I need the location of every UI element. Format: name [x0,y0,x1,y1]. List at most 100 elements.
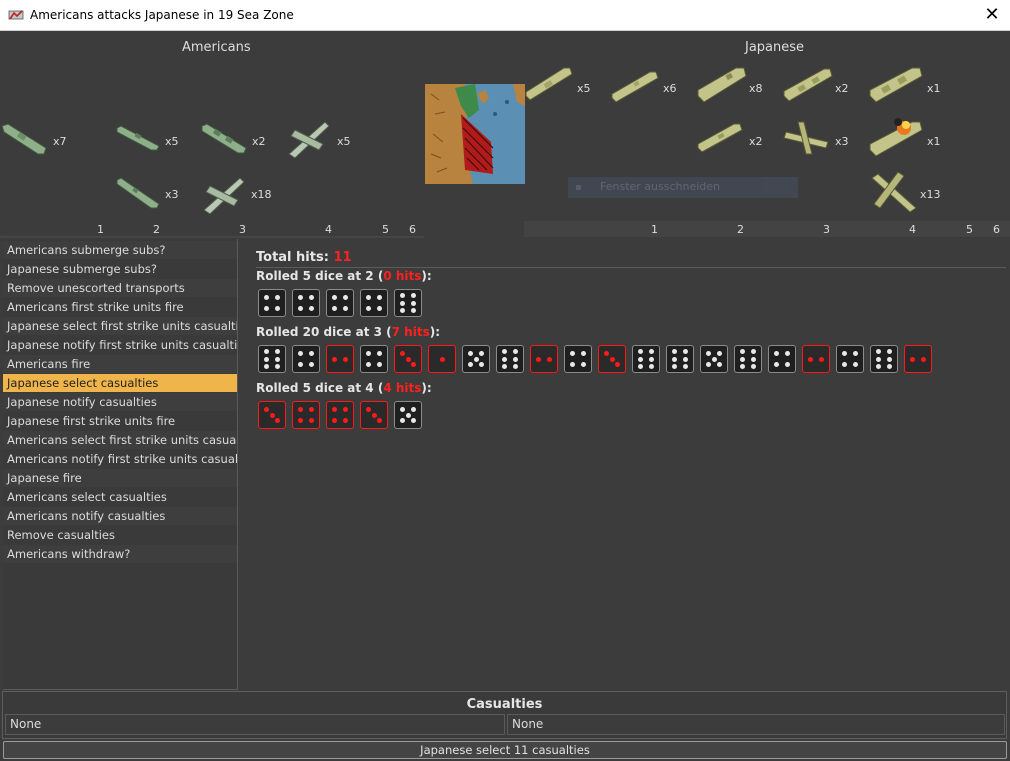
die-pip [275,418,281,424]
step-item[interactable]: Americans submerge subs? [3,241,237,259]
die-miss [768,345,796,373]
step-item[interactable]: Americans select first strike units casu… [3,431,237,449]
die-pip [376,351,382,357]
step-item[interactable]: Japanese submerge subs? [3,260,237,278]
die-pip [376,361,382,367]
jp-submarine-icon [610,68,660,104]
step-item[interactable]: Americans notify casualties [3,507,237,525]
casualties-panel: Casualties None None [2,691,1007,739]
roll-label: Rolled 5 dice at 4 (4 hits): [256,381,432,395]
us-submarine-icon [115,174,161,212]
die-pip [400,293,406,299]
die-pip [570,361,576,367]
dice-results-panel: Total hits: 11 Rolled 5 dice at 2 (0 hit… [252,248,1008,688]
die-miss [496,345,524,373]
die-pip [366,305,372,311]
die-pip [512,349,518,355]
us-cruiser-icon [200,120,248,158]
die-pip [264,305,270,311]
die-pip [274,349,280,355]
window-title: Americans attacks Japanese in 19 Sea Zon… [30,8,294,22]
roll-label: Rolled 5 dice at 2 (0 hits): [256,269,432,283]
die-pip [711,356,717,362]
us-fighter-count: x5 [337,135,351,148]
die-miss [700,345,728,373]
die-hit [258,401,286,429]
step-item[interactable]: Japanese fire [3,469,237,487]
die-pip [274,295,280,301]
jp-battleship-damaged-icon [868,116,924,158]
die-pip [298,351,304,357]
roll-suffix: ): [421,381,432,395]
die-pip [332,407,338,413]
die-pip [342,356,348,362]
die-pip [410,300,416,306]
die-pip [682,363,688,369]
die-pip [740,356,746,362]
total-hits-value: 11 [333,250,352,265]
step-item[interactable]: Japanese select first strike units casua… [3,317,237,335]
die-pip [410,293,416,299]
die-hit [326,345,354,373]
total-hits-divider [256,267,1006,268]
jp-transport-icon [524,64,574,104]
die-pip [750,356,756,362]
battle-icon [8,10,24,20]
die-pip [308,417,314,423]
jp-destroyer-count: x2 [749,135,763,148]
jp-carrier-count: x8 [749,82,763,95]
die-hit [292,401,320,429]
close-button[interactable]: ✕ [980,3,1004,27]
us-col-5: 5 [382,223,389,236]
step-item[interactable]: Americans select casualties [3,488,237,506]
die-pip [717,350,723,356]
die-pip [342,417,348,423]
die-pip [376,295,382,301]
jp-col-4: 4 [909,223,916,236]
die-pip [308,407,314,413]
step-item[interactable]: Japanese notify first strike units casua… [3,336,237,354]
select-casualties-button[interactable]: Japanese select 11 casualties [3,741,1007,759]
die-pip [366,351,372,357]
step-item[interactable]: Remove casualties [3,526,237,544]
american-casualties: None [5,714,505,735]
step-item[interactable]: Japanese first strike units fire [3,412,237,430]
roll-label: Rolled 20 dice at 3 (7 hits): [256,325,440,339]
die-pip [264,295,270,301]
roll-prefix: Rolled 5 dice at 2 ( [256,269,384,283]
roll-prefix: Rolled 5 dice at 4 ( [256,381,384,395]
us-fighter-count-2: x18 [251,188,272,201]
die-miss [258,345,286,373]
die-pip [366,295,372,301]
die-pip [603,350,609,356]
die-miss [564,345,592,373]
step-item[interactable]: Americans fire [3,355,237,373]
die-miss [870,345,898,373]
jp-col-1: 1 [651,223,658,236]
step-item[interactable]: Remove unescorted transports [3,279,237,297]
die-pip [638,356,644,362]
die-hit [530,345,558,373]
us-col-1: 1 [97,223,104,236]
die-pip [886,356,892,362]
die-pip [876,363,882,369]
die-pip [638,363,644,369]
die-pip [274,363,280,369]
die-pip [502,356,508,362]
step-item[interactable]: Americans first strike units fire [3,298,237,316]
step-item[interactable]: Japanese notify casualties [3,393,237,411]
step-item[interactable]: Americans withdraw? [3,545,237,563]
step-item-selected[interactable]: Japanese select casualties [3,374,237,392]
japanese-column-bar [524,221,1010,237]
us-col-6: 6 [409,223,416,236]
step-item[interactable]: Americans notify first strike units casu… [3,450,237,468]
battle-steps-list[interactable]: Americans submerge subs? Japanese submer… [3,239,238,690]
jp-col-6: 6 [993,223,1000,236]
die-pip [580,361,586,367]
us-col-2: 2 [153,223,160,236]
die-miss [462,345,490,373]
die-pip [774,361,780,367]
die-miss [360,345,388,373]
die-pip [467,350,473,356]
die-pip [264,356,270,362]
